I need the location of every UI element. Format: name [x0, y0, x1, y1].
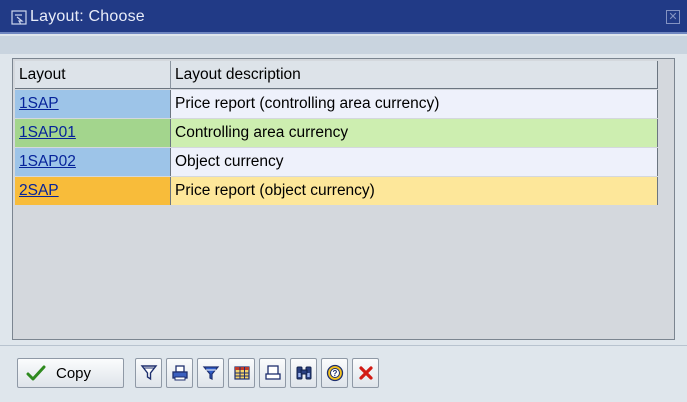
layout-key-cell[interactable]: 2SAP	[15, 177, 171, 205]
copy-button-label: Copy	[56, 364, 92, 382]
dialog-toolbar: Copy ?	[0, 345, 687, 402]
cancel-icon	[357, 364, 375, 382]
layout-key-link[interactable]: 1SAP02	[19, 153, 76, 171]
layout-key-cell[interactable]: 1SAP01	[15, 119, 171, 147]
copy-button[interactable]: Copy	[17, 358, 124, 388]
sort-icon	[202, 364, 220, 382]
help-button[interactable]: ?	[321, 358, 348, 388]
column-header-description[interactable]: Layout description	[171, 61, 658, 89]
find-icon	[295, 364, 313, 382]
layout-description-cell[interactable]: Price report (object currency)	[171, 177, 658, 205]
layout-key-link[interactable]: 1SAP01	[19, 124, 76, 142]
check-icon	[26, 364, 46, 382]
layout-description-cell[interactable]: Controlling area currency	[171, 119, 658, 147]
print-icon	[171, 364, 189, 382]
table-row[interactable]: 1SAP Price report (controlling area curr…	[15, 90, 658, 118]
layout-description-cell[interactable]: Object currency	[171, 148, 658, 176]
layout-choose-dialog: Layout: Choose ✕ Layout Layout descripti…	[0, 0, 687, 402]
find-button[interactable]	[290, 358, 317, 388]
print-preview-icon	[264, 364, 282, 382]
sort-filter-button[interactable]	[197, 358, 224, 388]
svg-text:?: ?	[332, 369, 337, 378]
window-title: Layout: Choose	[30, 8, 145, 25]
table-row-selected[interactable]: 2SAP Price report (object currency)	[15, 177, 658, 205]
filter-icon	[140, 364, 158, 382]
layout-table: Layout Layout description 1SAP Price rep…	[12, 58, 675, 340]
window-icon	[11, 10, 27, 25]
layout-key-link[interactable]: 2SAP	[19, 182, 59, 200]
dialog-content: Layout Layout description 1SAP Price rep…	[0, 54, 687, 402]
table-row[interactable]: 1SAP02 Object currency	[15, 148, 658, 176]
layout-key-link[interactable]: 1SAP	[19, 95, 59, 113]
table-header-row: Layout Layout description	[15, 61, 658, 89]
help-icon: ?	[326, 364, 344, 382]
filter-button[interactable]	[135, 358, 162, 388]
close-icon[interactable]: ✕	[666, 10, 680, 24]
grid-icon	[233, 364, 251, 382]
cancel-button[interactable]	[352, 358, 379, 388]
table-row[interactable]: 1SAP01 Controlling area currency	[15, 119, 658, 147]
layout-key-cell[interactable]: 1SAP	[15, 90, 171, 118]
layout-key-cell[interactable]: 1SAP02	[15, 148, 171, 176]
layout-grid-button[interactable]	[228, 358, 255, 388]
column-header-layout[interactable]: Layout	[15, 61, 171, 89]
dialog-header-strip	[0, 36, 687, 54]
layout-description-cell[interactable]: Price report (controlling area currency)	[171, 90, 658, 118]
print-button[interactable]	[166, 358, 193, 388]
title-bar: Layout: Choose ✕	[0, 0, 687, 34]
print-preview-button[interactable]	[259, 358, 286, 388]
